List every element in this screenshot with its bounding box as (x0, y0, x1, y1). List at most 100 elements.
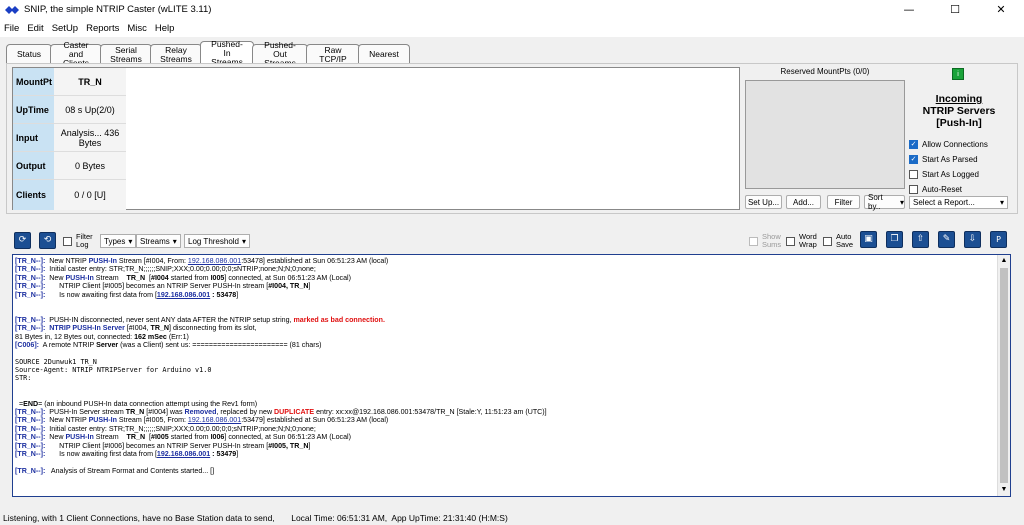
refresh-icon[interactable]: ⟳ (14, 232, 31, 249)
info-row-input: Input Analysis... 436 Bytes (13, 124, 126, 152)
log-line: [C006]: A remote NTRIP Server (was a Cli… (15, 340, 322, 349)
tab-pushed-in-streams[interactable]: Pushed-In Streams (200, 38, 254, 66)
checkbox-box (909, 169, 918, 179)
log-line: Source-Agent: NTRIP NTRIPServer for Ardu… (15, 366, 212, 375)
menu-setup[interactable]: SetUp (48, 23, 82, 34)
log-line: [TR_N--]: New PUSH-In Stream TR_N [#I004… (15, 273, 351, 282)
checkbox-label: Start As Logged (922, 169, 979, 179)
log-line: [TR_N--]: New NTRIP PUSH-In Stream [#I00… (15, 257, 389, 265)
streams-dropdown[interactable]: Streams ▾ (136, 234, 181, 248)
incoming-title: Incoming (935, 93, 983, 105)
mountpt-value: TR_N (54, 68, 126, 95)
stream-info-grid: MountPt TR_N UpTime 08 s Up(2/0) Input A… (12, 67, 740, 210)
log-blank (15, 349, 995, 357)
log-blank (15, 299, 995, 307)
log-line: [TR_N--]: NTRIP Client [#I005] becomes a… (15, 282, 311, 291)
log-window[interactable]: [TR_N--]: New NTRIP PUSH-In Stream [#I00… (12, 254, 1011, 497)
auto-reset-checkbox[interactable]: Auto-Reset (909, 183, 962, 195)
tab-label: Pushed-Out (264, 40, 296, 59)
tab-nearest[interactable]: Nearest (358, 44, 410, 64)
types-dropdown[interactable]: Types ▾ (100, 234, 137, 248)
checkbox-box (749, 236, 758, 246)
reload-icon[interactable]: ⟲ (39, 232, 56, 249)
info-button[interactable]: i (952, 68, 964, 80)
download-icon[interactable]: ⇩ (964, 231, 981, 248)
sort-by-dropdown[interactable]: Sort by.. ▾ (864, 193, 905, 211)
incoming-mode: [Push-In] (936, 117, 982, 129)
check-icon: ✓ (909, 154, 918, 164)
word-wrap-checkbox[interactable]: Word Wrap (786, 233, 821, 249)
title-bar: SNIP, the simple NTRIP Caster (wLITE 3.1… (0, 0, 1024, 19)
clients-label: Clients (13, 180, 54, 210)
log-line: =END= (an inbound PUSH-In data connectio… (15, 399, 258, 408)
copy-icon[interactable]: ❐ (886, 231, 903, 248)
filter-button[interactable]: Filter (827, 195, 860, 209)
clients-value: 0 / 0 [U] (54, 180, 126, 210)
checkbox-box (823, 236, 832, 246)
close-icon[interactable]: ✕ (978, 0, 1024, 19)
mountpt-label: MountPt (13, 68, 54, 95)
tab-relay-streams[interactable]: Relay Streams (150, 44, 202, 64)
info-row-uptime: UpTime 08 s Up(2/0) (13, 96, 126, 124)
scroll-up-icon[interactable]: ▲ (998, 255, 1010, 267)
log-line: [TR_N--]: New PUSH-In Stream TR_N [#I005… (15, 433, 351, 442)
info-row-output: Output 0 Bytes (13, 152, 126, 180)
tab-label: Nearest (369, 49, 399, 59)
log-threshold-dropdown[interactable]: Log Threshold ▾ (184, 234, 251, 248)
scroll-thumb[interactable] (1000, 268, 1008, 483)
menu-file[interactable]: File (0, 23, 23, 34)
scroll-down-icon[interactable]: ▼ (998, 484, 1010, 496)
log-scrollbar[interactable]: ▲ ▼ (997, 255, 1010, 496)
show-sums-checkbox[interactable]: Show Sums (749, 232, 784, 249)
log-blank (15, 458, 995, 466)
report-select-value: Select a Report... (913, 198, 975, 207)
window-title: SNIP, the simple NTRIP Caster (wLITE 3.1… (24, 4, 212, 15)
log-line: [TR_N--]: Initial caster entry: STR;TR_N… (15, 265, 316, 274)
allow-connections-checkbox[interactable]: ✓ Allow Connections (909, 138, 988, 150)
add-button[interactable]: Add... (786, 195, 821, 209)
pen-icon[interactable]: ✎ (938, 231, 955, 248)
log-blank (15, 391, 995, 399)
info-row-mountpt: MountPt TR_N (13, 68, 126, 96)
start-as-logged-checkbox[interactable]: Start As Logged (909, 168, 979, 180)
auto-save-checkbox[interactable]: Auto Save (823, 233, 858, 249)
maximize-icon[interactable]: ☐ (932, 0, 978, 19)
tab-status[interactable]: Status (6, 44, 52, 64)
checkbox-box (909, 184, 918, 194)
log-line: [TR_N--]: Is now awaiting first data fro… (15, 449, 239, 458)
tab-raw-tcpip[interactable]: Raw TCP/IP (306, 44, 360, 64)
checkbox-label: Filter Log (76, 232, 93, 249)
output-value: 0 Bytes (54, 152, 126, 179)
chevron-down-icon: ▾ (899, 197, 904, 207)
pause-icon[interactable]: P (990, 231, 1007, 248)
log-line: [TR_N--]: New NTRIP PUSH-In Stream [#I00… (15, 416, 389, 425)
check-icon: ✓ (909, 139, 918, 149)
status-bar: Listening, with 1 Client Connections, ha… (0, 511, 1024, 525)
chevron-down-icon: ▾ (242, 236, 247, 246)
menu-reports[interactable]: Reports (82, 23, 123, 34)
tab-label: Pushed-In (211, 38, 243, 58)
log-line: [TR_N--]: PUSH-In Server stream TR_N [#I… (15, 408, 547, 417)
checkbox-label: Start As Parsed (922, 154, 978, 164)
uptime-label: UpTime (13, 96, 54, 123)
filter-log-checkbox[interactable]: Filter Log (63, 232, 96, 249)
minimize-icon[interactable]: — (886, 0, 932, 19)
report-select[interactable]: Select a Report... ▾ (909, 196, 1008, 209)
menu-bar: File Edit SetUp Reports Misc Help (0, 19, 1024, 37)
log-line: [TR_N--]: NTRIP PUSH-In Server [#I004, T… (15, 324, 257, 333)
menu-misc[interactable]: Misc (123, 23, 151, 34)
tab-serial-streams[interactable]: Serial Streams (100, 44, 152, 64)
log-line: SOURCE 2Dunwuk1 TR_N (15, 357, 97, 366)
checkbox-label: Show Sums (762, 232, 782, 249)
upload-icon[interactable]: ⇧ (912, 231, 929, 248)
menu-edit[interactable]: Edit (23, 23, 47, 34)
save-icon[interactable]: ▣ (860, 231, 877, 248)
start-as-parsed-checkbox[interactable]: ✓ Start As Parsed (909, 153, 978, 165)
tab-caster-clients[interactable]: Casterand Clients (50, 41, 102, 68)
menu-help[interactable]: Help (151, 23, 179, 34)
setup-button[interactable]: Set Up... (745, 195, 782, 209)
tab-pushed-out-streams[interactable]: Pushed-OutStreams (252, 40, 308, 68)
tab-label: Status (16, 49, 42, 59)
reserved-mountpts-list[interactable] (745, 80, 905, 189)
status-text: Listening, with 1 Client Connections, ha… (3, 513, 508, 523)
